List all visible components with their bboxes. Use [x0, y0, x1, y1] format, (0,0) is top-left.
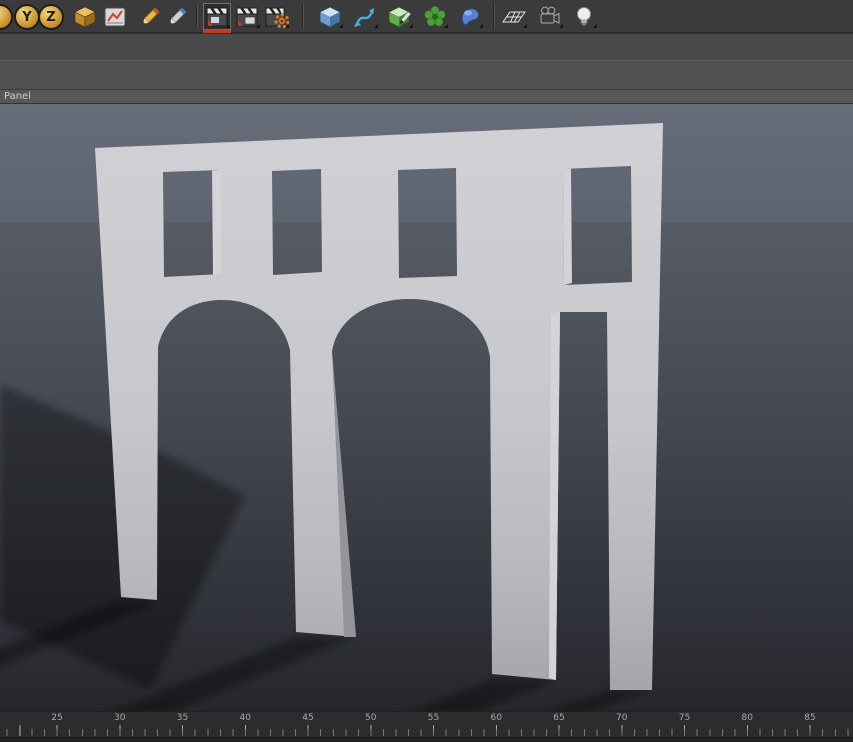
menu-strip	[0, 60, 853, 90]
render-settings-icon	[265, 7, 289, 28]
pen-tool-button-1[interactable]	[136, 3, 164, 30]
toolbar-separator	[302, 5, 304, 27]
toolbar-separator	[493, 5, 495, 27]
orange-box-icon	[74, 6, 96, 27]
ruler-label: 45	[302, 713, 314, 723]
window4-inner-edge	[563, 168, 572, 285]
window1-inner-edge	[212, 170, 221, 275]
ruler-label: 85	[804, 713, 816, 723]
primitive-cube-icon	[319, 6, 341, 27]
top-toolbar: Y Z	[0, 0, 853, 33]
floor-grid-icon	[502, 11, 526, 22]
render-picture-viewer-button[interactable]	[233, 3, 261, 30]
floor-button[interactable]	[500, 3, 528, 30]
light-bulb-icon	[577, 6, 591, 25]
mograph-flower-icon	[424, 5, 446, 26]
toolbar-spacer-strip	[0, 33, 853, 60]
add-primitive-button[interactable]	[316, 3, 344, 30]
volume-cube-icon	[388, 6, 412, 27]
panel-menu-item[interactable]: Panel	[4, 90, 31, 103]
spline-curve-icon	[354, 7, 374, 27]
deformer-blob-icon	[461, 7, 479, 25]
toolbar-separator	[196, 5, 198, 27]
render-view-icon	[206, 7, 228, 26]
ruler-label: 35	[176, 713, 189, 723]
pen-icon	[142, 6, 160, 24]
ruler-label: 75	[678, 713, 691, 723]
ruler-minor-ticks	[0, 729, 853, 736]
axis-button-y[interactable]: Y	[14, 4, 40, 30]
render-settings-button[interactable]	[262, 3, 290, 30]
mograph-button[interactable]	[421, 3, 449, 30]
add-spline-button[interactable]	[351, 3, 379, 30]
ruler-label: 65	[553, 713, 565, 723]
cinema4d-window: Y Z Panel 25 30 35 40 45 50 55 60 65 70 …	[0, 0, 853, 742]
axis-button-y-label: Y	[22, 9, 32, 25]
camera-icon	[540, 6, 560, 24]
ruler-label: 40	[239, 713, 251, 723]
timeline-ruler[interactable]: 25 30 35 40 45 50 55 60 65 70 75 80 85	[0, 711, 853, 742]
viewport-render	[0, 104, 853, 742]
curve-editor-button[interactable]	[101, 3, 129, 30]
viewport-3d[interactable]	[0, 104, 853, 742]
orange-box-tool-button[interactable]	[71, 3, 99, 30]
render-picture-viewer-icon	[236, 7, 258, 26]
viewport-menu-bar: Panel	[0, 90, 853, 104]
axis-button-x-partial[interactable]	[0, 4, 13, 30]
ruler-bottom-strip	[0, 737, 853, 742]
pen-tool-button-2[interactable]	[163, 3, 191, 30]
volume-modeling-button[interactable]	[386, 3, 414, 30]
ruler-label: 25	[51, 713, 63, 723]
ruler-label: 70	[616, 713, 628, 723]
ruler-label: 55	[427, 713, 440, 723]
camera-button[interactable]	[536, 3, 564, 30]
ruler-label: 50	[365, 713, 377, 723]
ruler-label: 60	[490, 713, 502, 723]
axis-button-z-label: Z	[46, 9, 56, 25]
deformer-button[interactable]	[456, 3, 484, 30]
render-view-button[interactable]	[203, 3, 231, 33]
curve-editor-icon	[104, 7, 126, 26]
ruler-label: 30	[114, 713, 126, 723]
light-button[interactable]	[570, 3, 598, 30]
pen-icon-2	[169, 6, 187, 24]
ruler-label: 80	[741, 713, 753, 723]
axis-button-z[interactable]: Z	[38, 4, 64, 30]
